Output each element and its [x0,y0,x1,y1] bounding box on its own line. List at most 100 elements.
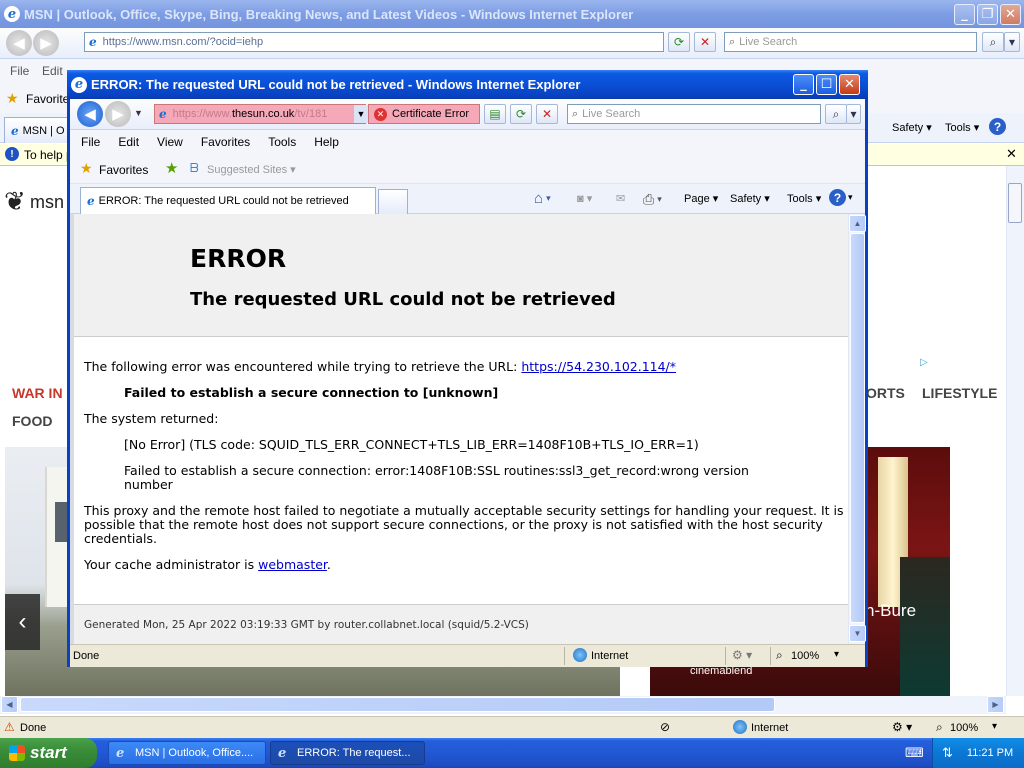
back-button[interactable]: ◀ [6,30,32,56]
nav-lifestyle[interactable]: LIFESTYLE [922,385,997,401]
clock[interactable]: 11:21 PM [967,747,1013,759]
menu-file[interactable]: File [10,64,29,78]
vertical-scrollbar[interactable]: ▲ ▼ [848,214,866,644]
page-content: ERROR The requested URL could not be ret… [70,214,848,644]
ad-choices-icon[interactable]: ▷ [920,357,928,368]
scroll-left-arrow[interactable]: ◀ [1,696,18,713]
keyboard-icon[interactable]: ⌨ [905,745,924,761]
ie-icon: e [278,746,287,761]
search-options-button[interactable]: ▾ [846,104,861,124]
zoom-level[interactable]: 100% [791,650,819,662]
start-button[interactable]: start [0,738,97,768]
popup-blocked-icon[interactable]: ⊘ [660,720,670,734]
minimize-button[interactable]: _ [954,4,975,25]
back-zoom-text[interactable]: 100% [950,722,978,734]
prev-arrow-button[interactable]: ‹ [5,594,40,650]
scroll-down-arrow[interactable]: ▼ [849,625,866,642]
explanation-text: This proxy and the remote host failed to… [84,503,844,546]
home-button[interactable]: ⌂ ▾ [534,190,551,207]
help-icon[interactable]: ? [989,118,1006,135]
stop-button[interactable]: ✕ [694,32,716,52]
safety-menu-button[interactable]: Safety ▾ [730,192,770,206]
back-button[interactable]: ◀ [77,101,103,127]
h-scroll-thumb[interactable] [20,697,775,712]
close-button[interactable]: ✕ [839,74,860,95]
menu-edit[interactable]: Edit [109,135,148,149]
menu-file[interactable]: File [70,135,109,149]
help-dropdown-icon[interactable]: ▾ [848,192,853,203]
restore-button[interactable]: ❐ [977,4,998,25]
back-address-bar[interactable]: e https://www.msn.com/?ocid=iehp [84,32,664,52]
close-button[interactable]: ✕ [1000,4,1021,25]
back-tab-msn[interactable]: e MSN | O [4,117,70,143]
scroll-up-arrow[interactable]: ▲ [849,215,866,232]
nav-food[interactable]: FOOD [12,413,52,429]
favorites-button[interactable]: Favorites [99,163,148,177]
error-window-titlebar[interactable]: e ERROR: The requested URL could not be … [67,70,868,99]
back-scroll-thumb[interactable] [1008,183,1022,223]
certificate-error-button[interactable]: ✕ Certificate Error [368,104,480,124]
forward-button[interactable]: ▶ [33,30,59,56]
back-search-input[interactable]: ⌕ Live Search [724,32,977,52]
tab-error-page[interactable]: e ERROR: The requested URL could not be … [80,187,376,214]
network-icon[interactable]: ⇅ [942,745,953,761]
read-mail-button[interactable]: ✉ [616,192,625,205]
back-window-titlebar[interactable]: e MSN | Outlook, Office, Skype, Bing, Br… [0,0,1024,28]
nav-sports[interactable]: ORTS [866,385,905,401]
back-status-bar: ⚠ Done ⊘ Internet ⚙ ▾ ⌕ 100% ▾ [0,716,1024,738]
search-input[interactable]: ⌕ Live Search [567,104,821,124]
menu-view[interactable]: View [148,135,192,149]
help-icon[interactable]: ? [829,189,846,206]
protected-mode-icon[interactable]: ⚙ ▾ [732,648,752,662]
infobar-close-icon[interactable]: ✕ [1006,146,1017,162]
error-heading: ERROR [190,244,287,273]
refresh-button[interactable]: ⟳ [668,32,690,52]
scroll-right-arrow[interactable]: ▶ [987,696,1004,713]
menu-edit[interactable]: Edit [42,64,63,78]
new-tab-button[interactable] [378,189,408,214]
zoom-dropdown-icon[interactable]: ▾ [834,649,839,660]
zoom-icon[interactable]: ⌕ [776,648,783,663]
favorites-star-icon[interactable]: ★ [6,90,19,107]
recent-pages-icon[interactable]: ▼ [134,108,143,118]
print-button[interactable]: ⎙ ▾ [643,191,662,208]
page-menu-button[interactable]: Page ▾ [684,192,718,206]
maximize-button[interactable]: ☐ [816,74,837,95]
minimize-button[interactable]: _ [793,74,814,95]
zoom-icon[interactable]: ⌕ [936,720,943,735]
add-favorites-icon[interactable]: ★ [165,159,178,177]
suggested-sites-link[interactable]: Suggested Sites ▾ [207,163,296,176]
protected-mode-icon[interactable]: ⚙ ▾ [892,720,912,734]
address-bar[interactable]: e https://www. thesun.co.uk /tv/181 [154,104,366,124]
stop-button[interactable]: ✕ [536,104,558,124]
forward-button[interactable]: ▶ [105,101,131,127]
msn-logo[interactable]: msn [30,192,64,213]
taskbar-item-msn[interactable]: e MSN | Outlook, Office.... [108,741,266,765]
msn-butterfly-icon: ❦ [4,186,26,216]
back-vertical-scrollbar[interactable] [1006,166,1024,696]
menu-tools[interactable]: Tools [259,135,305,149]
favorites-star-icon[interactable]: ★ [80,160,93,177]
compatibility-view-button[interactable]: ▤ [484,104,506,124]
back-cmd-tools[interactable]: Tools ▾ [945,121,979,135]
search-button[interactable]: ⌕ [825,104,847,124]
search-options-button[interactable]: ▾ [1004,32,1020,52]
search-button[interactable]: ⌕ [982,32,1004,52]
back-cmd-safety[interactable]: Safety ▾ [892,121,932,135]
zoom-dropdown-icon[interactable]: ▾ [992,721,997,732]
tools-menu-button[interactable]: Tools ▾ [787,192,821,206]
system-returned-label: The system returned: [84,411,219,426]
address-dropdown-icon[interactable]: ▼ [354,105,368,123]
webmaster-link[interactable]: webmaster [258,557,327,572]
feeds-button[interactable]: ◙ ▾ [577,192,592,205]
back-horizontal-scrollbar[interactable]: ◀ ▶ [0,696,1006,714]
refresh-button[interactable]: ⟳ [510,104,532,124]
error-url-link[interactable]: https://54.230.102.114/* [521,359,676,374]
ie-icon: e [116,746,125,761]
page-icon: e [89,35,97,49]
error-window: e ERROR: The requested URL could not be … [67,70,868,667]
taskbar-item-error[interactable]: e ERROR: The request... [270,741,425,765]
menu-help[interactable]: Help [305,135,348,149]
v-scroll-thumb[interactable] [850,233,865,623]
menu-favorites[interactable]: Favorites [192,135,259,149]
